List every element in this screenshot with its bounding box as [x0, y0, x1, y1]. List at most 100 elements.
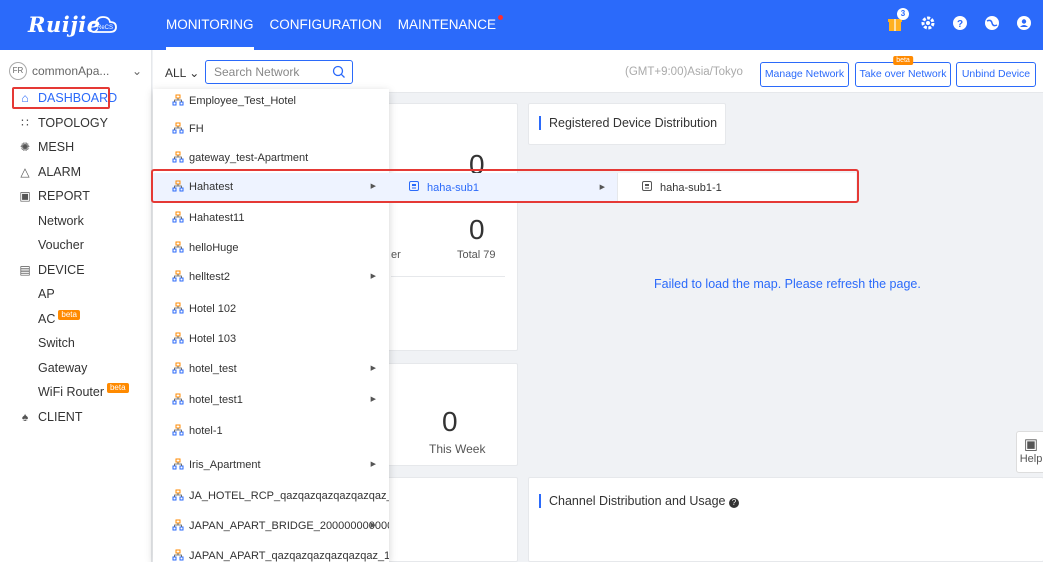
sidebar-item-label: REPORT [38, 189, 90, 204]
help-widget[interactable]: ▣ Help [1016, 431, 1043, 473]
stat-value: 0 [469, 214, 485, 245]
sidebar-item-wifi-router[interactable]: WiFi Router beta [0, 380, 152, 405]
manage-network-button[interactable]: Manage Network [760, 62, 849, 87]
network-name: gateway_test-Apartment [189, 152, 309, 164]
gift-icon[interactable]: 3 [887, 8, 909, 32]
expand-arrow-icon: ▶ [370, 273, 376, 280]
network-item[interactable]: JAPAN_APART_qazqazqazqazqazqaz_1... [153, 542, 389, 562]
account-selector[interactable]: FR commonApa... ⌄ [9, 57, 142, 85]
highlight-box [151, 169, 859, 203]
sidebar-item-ap[interactable]: AP [0, 282, 152, 307]
cloud-logo-icon: ReCS [88, 16, 117, 33]
sidebar-item-report[interactable]: ▣ REPORT [0, 184, 152, 209]
network-item[interactable]: hotel-1 [153, 417, 389, 445]
nav-monitoring[interactable]: MONITORING [166, 0, 254, 50]
network-name: Iris_Apartment [189, 459, 261, 471]
registered-card-header: Registered Device Distribution [528, 103, 726, 145]
help-icon[interactable]: ? [951, 14, 969, 32]
avatar: FR [9, 62, 27, 80]
sidebar: FR commonApa... ⌄ ⌂ DASHBOARD ∷ TOPOLOGY ✺… [0, 50, 152, 562]
network-icon [172, 458, 184, 473]
expand-arrow-icon: ▶ [370, 396, 376, 403]
network-dropdown: Employee_Test_Hotel FH gateway_test-Apar… [153, 89, 389, 562]
ruijie-logo[interactable]: Ruijie ReCS [28, 12, 132, 38]
search-input[interactable] [206, 61, 324, 83]
network-icon [172, 211, 184, 226]
weekly-card: 0 This Week [370, 363, 518, 466]
take-over-network-label: Take over Network [859, 68, 947, 80]
gear-icon[interactable] [919, 14, 937, 32]
main-nav: MONITORING CONFIGURATION MAINTENANCE [166, 0, 512, 50]
network-icon [172, 362, 184, 377]
scope-value: ALL [165, 66, 186, 80]
network-item[interactable]: Iris_Apartment ▶ [153, 451, 389, 479]
sidebar-item-ac[interactable]: AC beta [0, 307, 152, 332]
sidebar-item-alarm[interactable]: △ ALARM [0, 160, 152, 185]
network-name: helloHuge [189, 242, 239, 254]
network-item[interactable]: Employee_Test_Hotel [153, 89, 389, 115]
take-over-network-button[interactable]: beta Take over Network [855, 56, 951, 87]
chat-icon: ▣ [1023, 436, 1039, 453]
logo-badge-text: ReCS [97, 25, 113, 31]
card-title-text: Channel Distribution and Usage [549, 494, 726, 508]
expand-arrow-icon: ▶ [370, 522, 376, 529]
sidebar-item-voucher[interactable]: Voucher [0, 233, 152, 258]
sidebar-item-label: CLIENT [38, 409, 83, 424]
network-item[interactable]: Hotel 103 [153, 325, 389, 353]
alarm-icon: △ [20, 164, 30, 179]
network-icon [172, 489, 184, 504]
card-title: Channel Distribution and Usage ? [539, 494, 739, 508]
network-item[interactable]: hotel_test1 ▶ [153, 386, 389, 414]
network-icon [172, 151, 184, 166]
map-error-message[interactable]: Failed to load the map. Please refresh t… [654, 277, 921, 291]
highlight-box [12, 87, 110, 109]
divider [391, 276, 505, 277]
sidebar-item-client[interactable]: ♠ CLIENT [0, 405, 152, 430]
network-item[interactable]: Hotel 102 [153, 295, 389, 323]
network-item[interactable]: JAPAN_APART_BRIDGE_200000000000... ▶ [153, 512, 389, 540]
search-box [205, 60, 353, 84]
network-item[interactable]: JA_HOTEL_RCP_qazqazqazqazqazqaz_... [153, 482, 389, 510]
unbind-device-button[interactable]: Unbind Device [956, 62, 1036, 87]
globe-icon[interactable] [983, 14, 1001, 32]
mesh-icon: ✺ [19, 140, 31, 155]
search-icon[interactable] [332, 65, 346, 79]
notification-count: 3 [897, 8, 909, 20]
sidebar-item-switch[interactable]: Switch [0, 331, 152, 356]
sidebar-item-network[interactable]: Network [0, 209, 152, 234]
expand-arrow-icon: ▶ [370, 461, 376, 468]
sidebar-item-device[interactable]: ▤ DEVICE [0, 258, 152, 283]
sidebar-item-label: MESH [38, 140, 75, 155]
network-name: Hotel 103 [189, 333, 237, 345]
beta-badge: beta [893, 56, 913, 65]
network-name: JA_HOTEL_RCP_qazqazqazqazqazqaz_... [189, 490, 389, 502]
network-name: Hotel 102 [189, 303, 237, 315]
nav-configuration[interactable]: CONFIGURATION [270, 0, 382, 50]
network-name: hotel_test [189, 363, 237, 375]
network-name: JAPAN_APART_BRIDGE_200000000000... [189, 520, 389, 532]
stat-label: er [391, 249, 401, 261]
network-item[interactable]: helltest2 ▶ [153, 263, 389, 291]
network-item[interactable]: gateway_test-Apartment [153, 144, 389, 172]
network-item[interactable]: FH [153, 115, 389, 143]
user-icon[interactable] [1015, 14, 1033, 32]
account-name: commonApa... [32, 64, 110, 78]
sidebar-item-label: DEVICE [38, 262, 85, 277]
network-item[interactable]: Hahatest11 [153, 204, 389, 232]
sidebar-item-label: TOPOLOGY [38, 115, 108, 130]
beta-badge: beta [58, 309, 80, 320]
svg-text:?: ? [957, 19, 963, 30]
network-icon [172, 424, 184, 439]
nav-maintenance[interactable]: MAINTENANCE [398, 0, 504, 50]
network-item[interactable]: hotel_test ▶ [153, 355, 389, 383]
sidebar-item-mesh[interactable]: ✺ MESH [0, 135, 152, 160]
info-icon[interactable]: ? [728, 498, 739, 508]
network-item[interactable]: helloHuge [153, 234, 389, 262]
top-bar: Ruijie ReCS MONITORING CONFIGURATION MAI… [0, 0, 1043, 50]
network-icon [172, 549, 184, 562]
notification-dot [498, 15, 504, 20]
sidebar-item-gateway[interactable]: Gateway [0, 356, 152, 381]
sidebar-item-topology[interactable]: ∷ TOPOLOGY [0, 111, 152, 136]
scope-select[interactable]: ALL ⌄ [165, 66, 199, 80]
help-label: Help [1019, 453, 1043, 465]
